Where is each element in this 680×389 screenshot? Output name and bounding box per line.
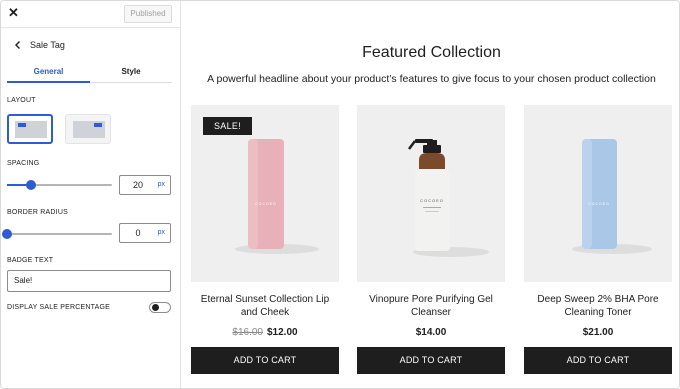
product-title-line: Vinopure Pore Purifying Gel [369, 294, 493, 305]
product-title-line: Deep Sweep 2% BHA Pore [537, 294, 659, 305]
product-title[interactable]: Vinopure Pore Purifying Gel Cleanser [357, 294, 505, 319]
product-title-line: Eternal Sunset Collection Lip [200, 294, 330, 305]
display-sale-percentage-label: DISPLAY SALE PERCENTAGE [7, 304, 111, 311]
sidebar-topbar: ✕ Published [1, 1, 181, 28]
border-radius-unit[interactable]: px [158, 224, 165, 242]
layout-option-right-badge[interactable] [65, 114, 111, 144]
preview-canvas: Featured Collection A powerful headline … [182, 1, 679, 388]
back-navigation[interactable]: Sale Tag [13, 39, 65, 51]
border-radius-label: BORDER RADIUS [7, 209, 68, 216]
border-radius-slider[interactable] [2, 229, 112, 239]
layout-option-left-badge[interactable] [7, 114, 53, 144]
svg-text:COCOEO: COCOEO [255, 202, 277, 206]
spacing-value: 20 [132, 180, 143, 190]
collection-subheading: A powerful headline about your product’s… [207, 73, 656, 85]
product-image[interactable]: COCOEO SALE! [191, 105, 339, 282]
add-to-cart-button[interactable]: ADD TO CART [524, 347, 672, 374]
display-sale-percentage-toggle[interactable] [149, 302, 171, 313]
product-title[interactable]: Deep Sweep 2% BHA Pore Cleaning Toner [524, 294, 672, 319]
spacing-label: SPACING [7, 160, 40, 167]
panel-tabs: General Style [7, 63, 172, 83]
add-to-cart-button[interactable]: ADD TO CART [191, 347, 339, 374]
product-title[interactable]: Eternal Sunset Collection Lip and Cheek [191, 294, 339, 319]
product-price: $16.00 $12.00 [191, 327, 339, 338]
toggle-knob [152, 304, 159, 311]
svg-text:COCOEO: COCOEO [588, 202, 610, 206]
editor-window: ✕ Published Sale Tag General Style LAYOU… [0, 0, 680, 389]
border-radius-slider-thumb[interactable] [2, 229, 12, 239]
layout-label: LAYOUT [7, 97, 36, 104]
product-image[interactable]: COCOEO [357, 105, 505, 282]
sale-price: $12.00 [267, 327, 298, 338]
badge-text-input[interactable]: Sale! [7, 270, 171, 292]
spacing-input[interactable]: 20 px [119, 175, 171, 195]
badge-preview-chip [18, 123, 26, 127]
border-radius-input[interactable]: 0 px [119, 223, 171, 243]
collection-heading: Featured Collection [362, 44, 501, 61]
add-to-cart-button[interactable]: ADD TO CART [357, 347, 505, 374]
panel-title: Sale Tag [30, 40, 65, 50]
sale-badge: SALE! [203, 117, 252, 135]
spacing-slider-thumb[interactable] [26, 180, 37, 190]
product-price: $21.00 [524, 327, 672, 338]
blue-bottle-image: COCOEO [572, 139, 652, 254]
price: $21.00 [582, 327, 614, 338]
old-price: $16.00 [232, 327, 263, 338]
price: $14.00 [415, 327, 447, 338]
badge-preview-chip [94, 123, 102, 127]
tab-general[interactable]: General [7, 63, 90, 83]
close-icon[interactable]: ✕ [8, 6, 19, 20]
badge-text-label: BADGE TEXT [7, 257, 54, 264]
svg-text:COCOEO: COCOEO [420, 198, 444, 203]
product-title-line: Cleanser [410, 306, 452, 318]
product-title-line: Cleaning Toner [564, 306, 632, 318]
layout-preview [15, 121, 47, 138]
settings-sidebar: ✕ Published Sale Tag General Style LAYOU… [1, 1, 181, 388]
tab-style[interactable]: Style [90, 63, 172, 83]
product-title-line: and Cheek [240, 306, 290, 318]
product-price: $14.00 [357, 327, 505, 338]
chevron-left-icon [15, 41, 20, 49]
spacing-unit[interactable]: px [158, 176, 165, 194]
product-image[interactable]: COCOEO [524, 105, 672, 282]
spacing-slider[interactable] [7, 180, 112, 190]
published-button[interactable]: Published [124, 5, 172, 23]
pump-bottle-image: COCOEO [408, 139, 489, 257]
border-radius-value: 0 [135, 228, 141, 238]
layout-preview [73, 121, 105, 138]
